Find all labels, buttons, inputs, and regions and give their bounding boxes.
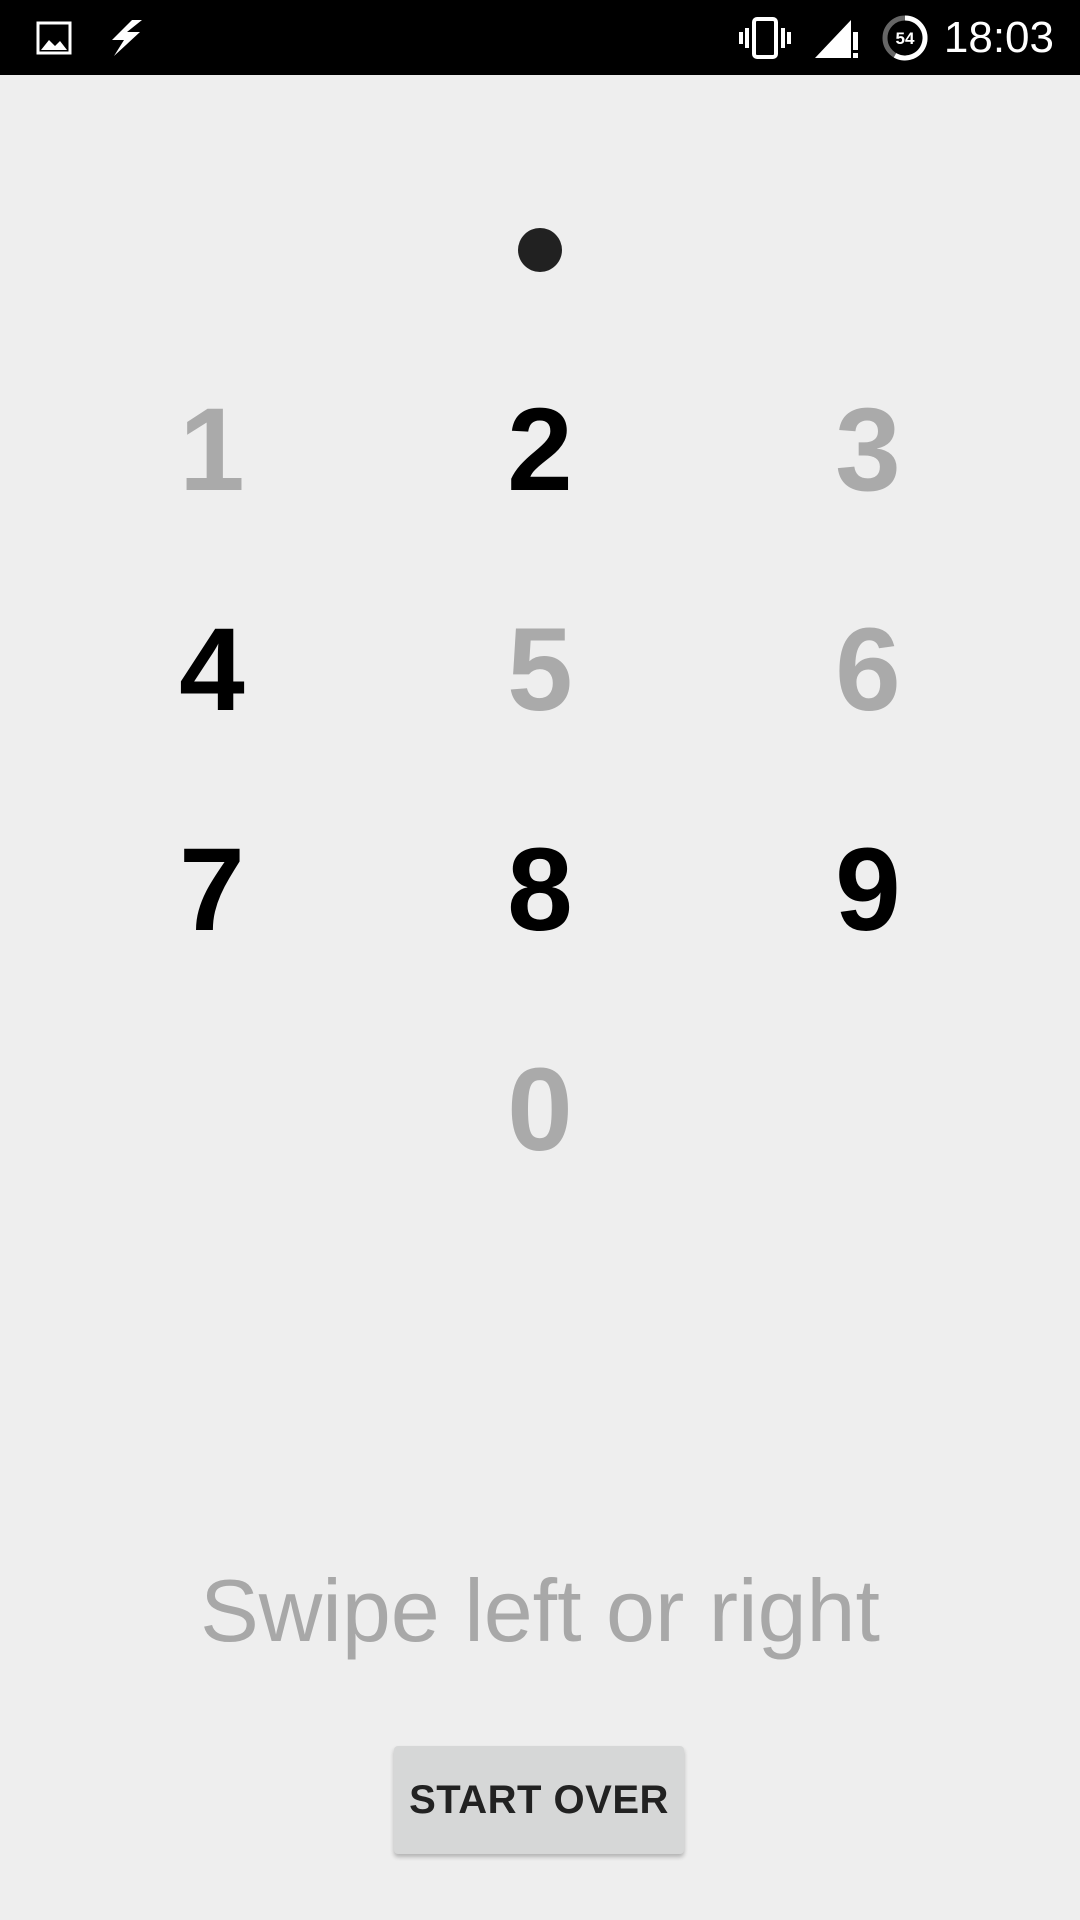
key-1[interactable]: 1 — [112, 380, 312, 520]
signal-icon — [812, 0, 860, 75]
swipe-instruction: Swipe left or right — [200, 1561, 880, 1660]
key-5[interactable]: 5 — [440, 600, 640, 740]
key-7[interactable]: 7 — [112, 820, 312, 960]
battery-icon: 54 — [880, 0, 930, 75]
vibrate-icon — [736, 0, 794, 75]
key-4[interactable]: 4 — [112, 600, 312, 740]
image-icon — [34, 0, 74, 75]
key-3[interactable]: 3 — [768, 380, 968, 520]
start-over-button[interactable]: START OVER — [394, 1746, 684, 1854]
key-9[interactable]: 9 — [768, 820, 968, 960]
key-0[interactable]: 0 — [440, 1040, 640, 1180]
key-2[interactable]: 2 — [440, 380, 640, 520]
key-6[interactable]: 6 — [768, 600, 968, 740]
status-time: 18:03 — [943, 13, 1054, 62]
pin-dot-filled — [518, 228, 562, 272]
battery-percent: 54 — [896, 29, 915, 48]
pin-dots — [0, 220, 1080, 280]
flash-icon — [100, 0, 150, 75]
pin-entry-screen: 54 18:03 1 2 3 4 5 6 7 8 9 0 Swipe left … — [0, 0, 1080, 1920]
status-bar: 54 18:03 — [0, 0, 1080, 75]
key-8[interactable]: 8 — [440, 820, 640, 960]
